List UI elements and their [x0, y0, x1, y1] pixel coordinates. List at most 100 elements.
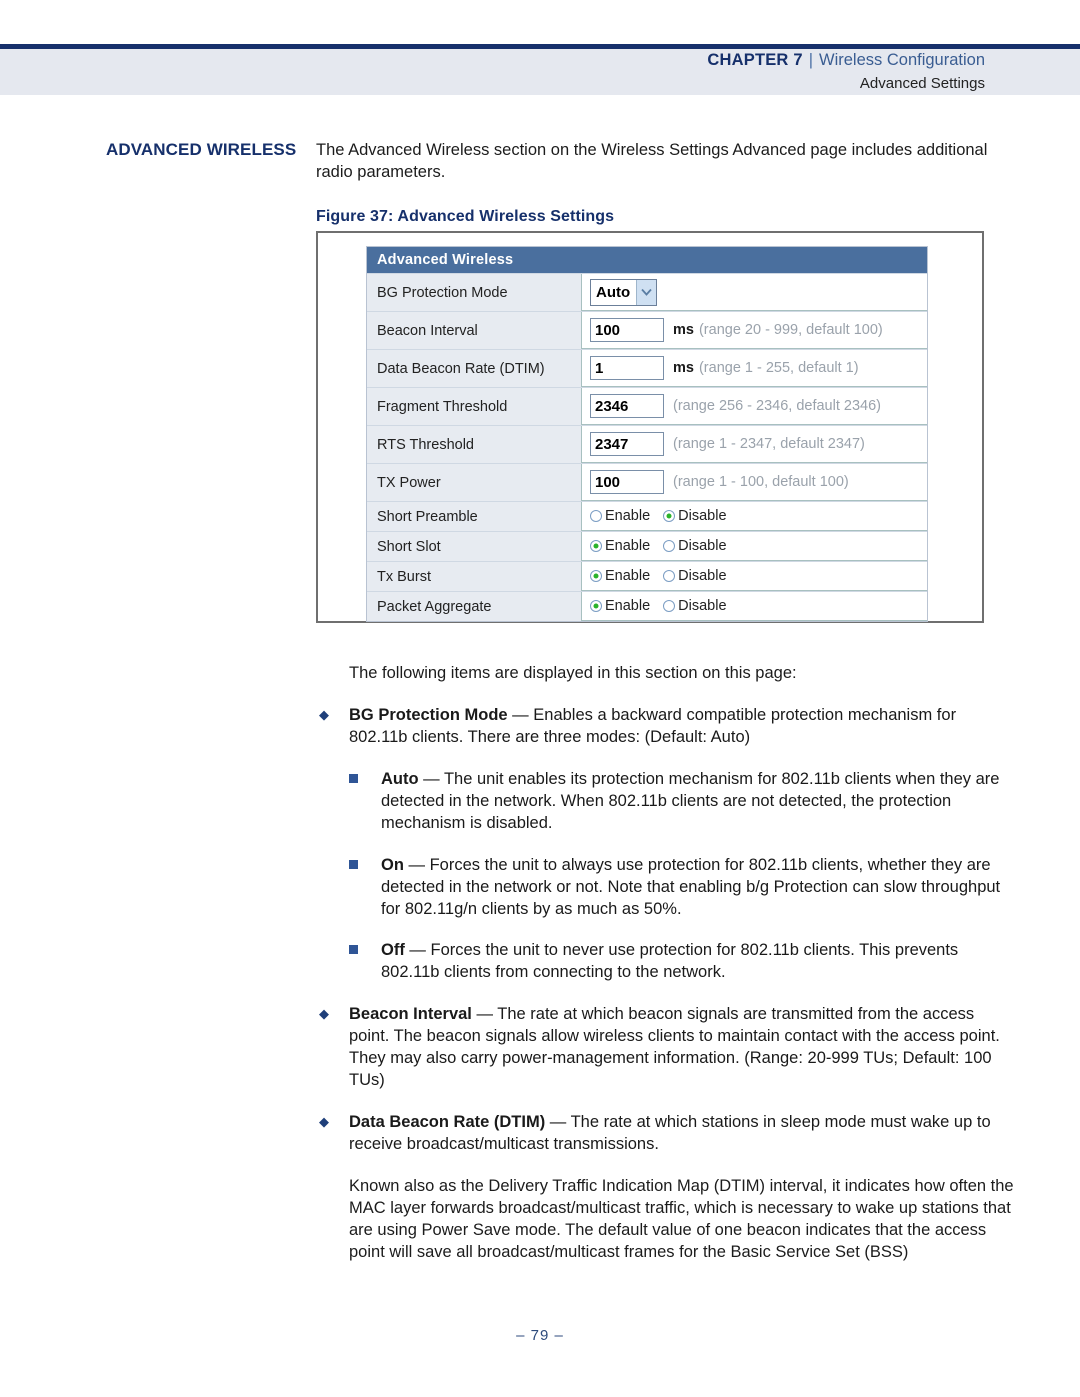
row-label: Data Beacon Rate (DTIM) [367, 350, 582, 387]
definition: The unit enables its protection mechanis… [381, 769, 1000, 832]
bg-protection-mode-select[interactable]: Auto [590, 278, 658, 306]
page-running-header: CHAPTER 7 | Wireless Configuration Advance… [0, 0, 1080, 95]
list-item: Off — Forces the unit to never use prote… [316, 940, 1018, 984]
bullet-level2: Auto — The unit enables its protection m… [316, 769, 1018, 835]
radio-label: Disable [678, 598, 727, 614]
lead-in-paragraph: The following items are displayed in thi… [349, 664, 797, 682]
closing-paragraph: Known also as the Delivery Traffic Indic… [349, 1176, 1014, 1261]
row-label: Beacon Interval [367, 312, 582, 349]
radio-disable[interactable]: Disable [663, 538, 727, 554]
radio-enable[interactable]: Enable [590, 508, 650, 524]
square-bullet-icon [349, 945, 358, 955]
square-bullet-icon [349, 773, 358, 783]
term: Data Beacon Rate (DTIM) [349, 1113, 546, 1132]
list-item: ◆ Data Beacon Rate (DTIM) — The rate at … [316, 1112, 1018, 1156]
table-row: TX Power (range 1 - 100, default 100) [367, 463, 927, 501]
header-text-block: CHAPTER 7 | Wireless Configuration Advance… [707, 49, 985, 95]
intro-paragraph: The Advanced Wireless section on the Wir… [316, 141, 988, 181]
radio-disable[interactable]: Disable [663, 568, 727, 584]
term: On [381, 855, 404, 874]
radio-enable[interactable]: Enable [590, 538, 650, 554]
tx-burst-radio-group: Enable Disable [590, 568, 727, 584]
bullet-level2: Off — Forces the unit to never use prote… [316, 940, 1018, 984]
dash: — [507, 705, 534, 724]
term: Off [381, 941, 405, 960]
panel-title-bar: Advanced Wireless [367, 247, 927, 273]
bullet-level1: ◆ BG Protection Mode — Enables a backwar… [316, 705, 1018, 749]
diamond-bullet-icon: ◆ [319, 706, 329, 722]
row-field: (range 256 - 2346, default 2346) [582, 388, 927, 425]
diamond-bullet-icon: ◆ [319, 1114, 329, 1130]
radio-label: Enable [605, 598, 651, 614]
radio-icon [663, 600, 676, 612]
tx-power-input[interactable] [590, 470, 664, 494]
table-row: BG Protection Mode Auto [367, 273, 927, 311]
range-hint: (range 1 - 100, default 100) [673, 474, 849, 490]
row-label: TX Power [367, 464, 582, 501]
data-beacon-rate-input[interactable] [590, 356, 664, 380]
header-chapter-name: Wireless Configuration [819, 51, 985, 69]
row-field: Enable Disable [582, 532, 927, 561]
range-hint: (range 1 - 2347, default 2347) [673, 436, 865, 452]
bullet-level2: On — Forces the unit to always use prote… [316, 855, 1018, 921]
list-item: On — Forces the unit to always use prote… [316, 855, 1018, 921]
advanced-wireless-panel: Advanced Wireless BG Protection Mode Aut… [366, 246, 928, 622]
beacon-interval-input[interactable] [590, 318, 664, 342]
radio-label: Disable [678, 568, 727, 584]
row-field: (range 1 - 2347, default 2347) [582, 426, 927, 463]
radio-icon-selected [590, 570, 602, 582]
definition: Forces the unit to always use protection… [381, 855, 1001, 918]
table-row: Beacon Interval ms (range 20 - 999, defa… [367, 311, 927, 349]
definition: Forces the unit to never use protection … [381, 941, 959, 982]
table-row: Packet Aggregate Enable Disable [367, 591, 927, 621]
row-label: RTS Threshold [367, 426, 582, 463]
fragment-threshold-input[interactable] [590, 394, 664, 418]
short-slot-radio-group: Enable Disable [590, 538, 727, 554]
row-label: BG Protection Mode [367, 274, 582, 311]
range-hint: (range 20 - 999, default 100) [698, 322, 883, 338]
row-field: (range 1 - 100, default 100) [582, 464, 927, 501]
figure-frame: Advanced Wireless BG Protection Mode Aut… [316, 231, 984, 623]
table-row: Short Slot Enable Disable [367, 531, 927, 561]
page-number: – 79 – [516, 1327, 564, 1344]
radio-icon-selected [590, 540, 602, 552]
radio-disable[interactable]: Disable [663, 598, 727, 614]
packet-aggregate-radio-group: Enable Disable [590, 598, 727, 614]
radio-icon [663, 540, 676, 552]
diamond-bullet-icon: ◆ [319, 1006, 329, 1022]
radio-icon-selected [590, 600, 602, 612]
body-content: The following items are displayed in thi… [316, 663, 1018, 1264]
radio-label: Enable [605, 568, 651, 584]
row-label: Short Slot [367, 532, 582, 561]
header-chapter-label: CHAPTER 7 [707, 51, 803, 69]
radio-disable[interactable]: Disable [663, 508, 727, 524]
unit-label: ms [673, 360, 694, 376]
dash: — [545, 1113, 571, 1132]
list-item: ◆ Beacon Interval — The rate at which be… [316, 1004, 1018, 1092]
figure-caption: Figure 37: Advanced Wireless Settings [316, 207, 615, 225]
radio-enable[interactable]: Enable [590, 598, 650, 614]
row-field: Enable Disable [582, 592, 927, 621]
intro-column: The Advanced Wireless section on the Wir… [316, 140, 1016, 226]
radio-icon [590, 510, 602, 522]
radio-enable[interactable]: Enable [590, 568, 650, 584]
row-field: Enable Disable [582, 502, 927, 531]
dash: — [403, 855, 430, 874]
radio-label: Enable [605, 538, 651, 554]
row-label: Fragment Threshold [367, 388, 582, 425]
term: BG Protection Mode [349, 705, 508, 724]
table-row: RTS Threshold (range 1 - 2347, default 2… [367, 425, 927, 463]
range-hint: (range 256 - 2346, default 2346) [673, 398, 881, 414]
row-field: ms (range 20 - 999, default 100) [582, 312, 927, 349]
dash: — [471, 1005, 498, 1024]
table-row: Tx Burst Enable Disable [367, 561, 927, 591]
list-item: ◆ BG Protection Mode — Enables a backwar… [316, 705, 1018, 749]
radio-icon [663, 570, 676, 582]
short-preamble-radio-group: Enable Disable [590, 508, 727, 524]
chevron-down-icon[interactable] [636, 279, 657, 305]
rts-threshold-input[interactable] [590, 432, 664, 456]
section-side-heading: ADVANCED WIRELESS [106, 140, 297, 159]
row-label: Short Preamble [367, 502, 582, 531]
row-label: Packet Aggregate [367, 592, 582, 621]
dash: — [418, 769, 444, 788]
